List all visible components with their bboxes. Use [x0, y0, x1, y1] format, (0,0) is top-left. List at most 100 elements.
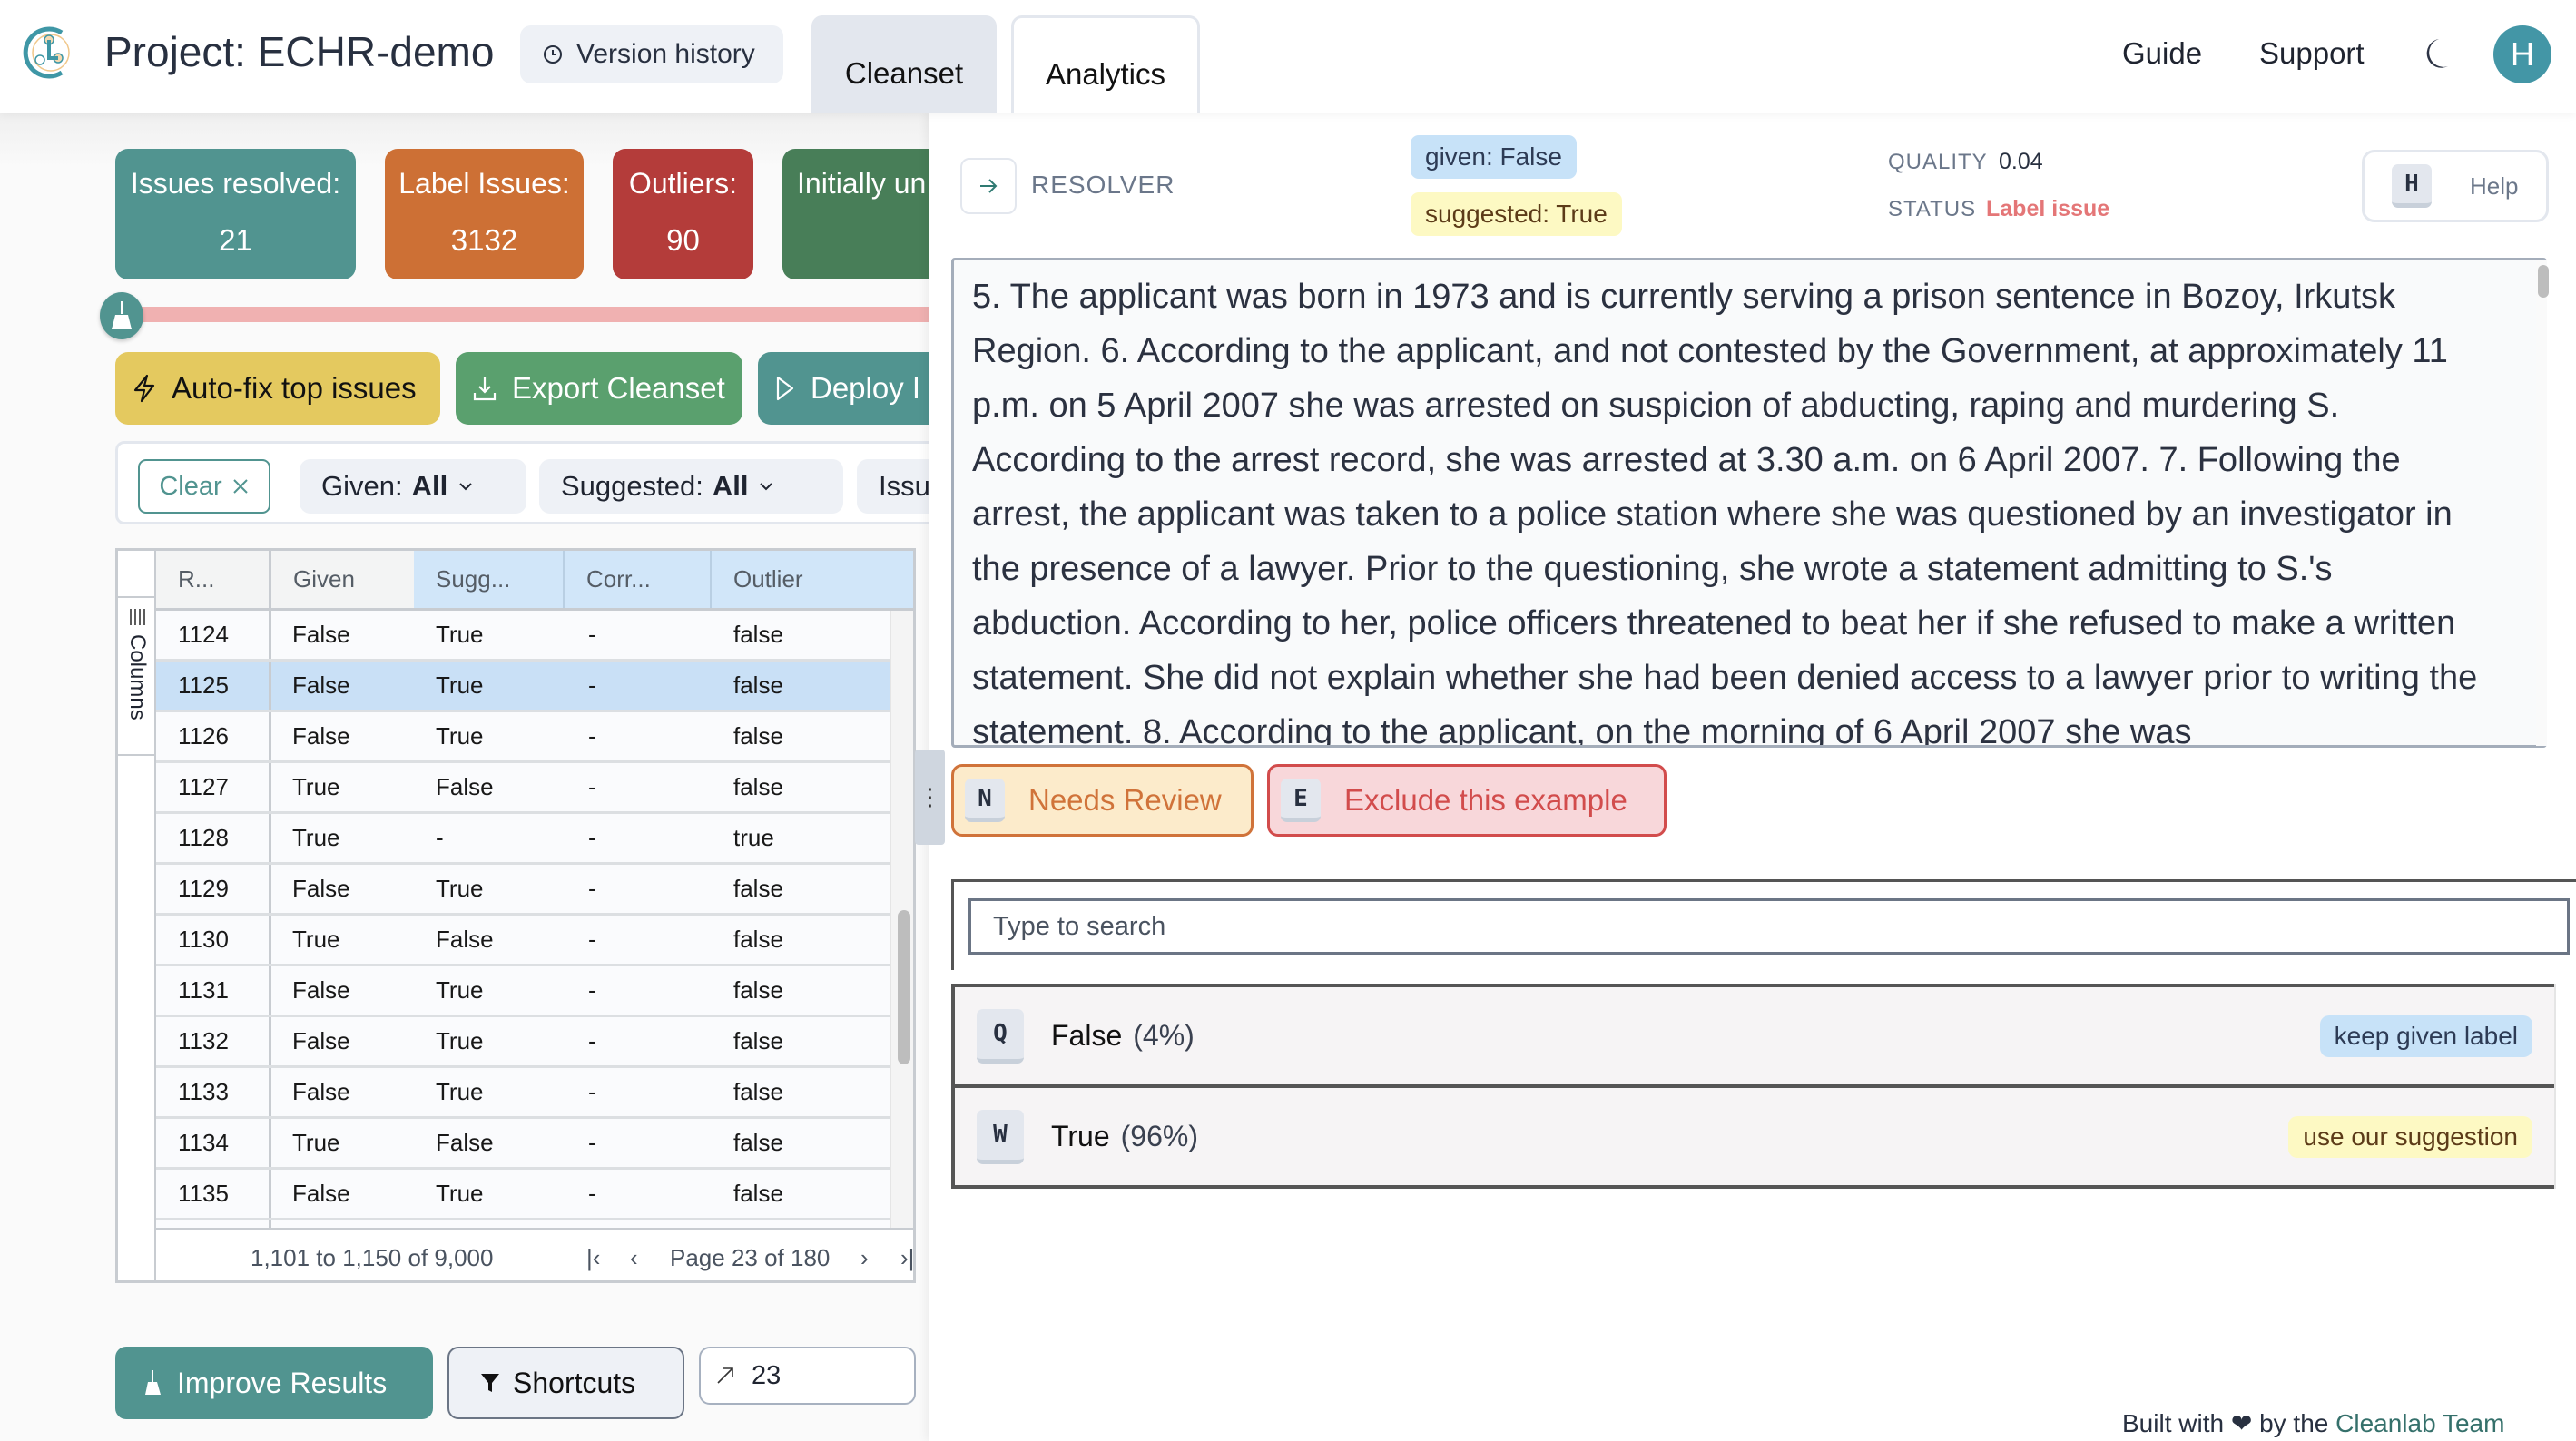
grid-vertical-scrollbar[interactable] [890, 611, 913, 1228]
support-link[interactable]: Support [2259, 36, 2365, 71]
options-scrollbar[interactable] [2554, 984, 2576, 1189]
clear-filters-button[interactable]: Clear [138, 459, 270, 514]
cleanlab-team-link[interactable]: Cleanlab Team [2335, 1409, 2504, 1437]
text-scrollbar[interactable] [2536, 260, 2547, 746]
column-header-given[interactable]: Given [269, 551, 355, 608]
tab-analytics[interactable]: Analytics [1011, 15, 1200, 113]
cell-row-id: 1127 [178, 773, 229, 800]
option-probability: (4%) [1133, 1019, 1195, 1052]
resolver-title: RESOLVER [1031, 171, 1175, 199]
close-icon [232, 479, 248, 494]
needs-review-button[interactable]: N Needs Review [951, 764, 1254, 837]
download-icon [473, 377, 497, 401]
metric-value: 3132 [450, 223, 518, 257]
version-history-button[interactable]: Version history [520, 25, 783, 83]
cell-given: False [292, 1078, 350, 1105]
column-divider [269, 662, 271, 710]
data-grid: Columns R... Given Sugg... Corr... Outli… [115, 548, 916, 1283]
progress-broom-handle[interactable] [100, 292, 143, 339]
table-row[interactable]: 1136FalseTrue-false [156, 1220, 890, 1228]
cell-suggested: False [436, 773, 494, 800]
cell-outlier: false [733, 875, 783, 902]
deploy-label: Deploy I [811, 371, 921, 405]
metric-card-initially-unlabeled[interactable]: Initially un 0 [782, 149, 929, 279]
needs-review-key: N [965, 779, 1005, 822]
cell-given: False [292, 722, 350, 750]
label-search-input[interactable] [968, 898, 2570, 955]
column-header-suggested[interactable]: Sugg... [414, 551, 510, 608]
metric-card-label-issues[interactable]: Label Issues: 3132 [385, 149, 584, 279]
columns-panel-toggle[interactable]: Columns [118, 596, 156, 756]
quality-value: 0.04 [1999, 149, 2043, 174]
footer-credit: Built with ❤ by the Cleanlab Team [2122, 1408, 2504, 1438]
column-header-outlier[interactable]: Outlier [710, 551, 803, 608]
grid-scroll-thumb[interactable] [898, 910, 910, 1064]
guide-link[interactable]: Guide [2122, 36, 2202, 71]
cell-outlier: false [733, 773, 783, 800]
label-option-true[interactable]: W True (96%) use our suggestion [951, 1084, 2558, 1189]
clear-label: Clear [159, 471, 222, 501]
next-page-icon[interactable]: › [860, 1244, 869, 1272]
column-divider [269, 865, 271, 913]
suggested-filter-dropdown[interactable]: Suggested: All [539, 459, 843, 514]
column-divider [269, 712, 271, 760]
table-row[interactable]: 1129 False True - false [156, 865, 890, 916]
arrow-right-icon [980, 179, 998, 193]
grid-body: 1124 False True - false 1125 False True - false 11… [156, 611, 890, 1228]
user-avatar[interactable]: H [2493, 25, 2551, 83]
issue-filter-label: Issue [879, 470, 929, 502]
broom-icon [145, 1370, 161, 1395]
tab-cleanset[interactable]: Cleanset [811, 15, 997, 113]
table-row[interactable]: 1131 False True - false [156, 966, 890, 1017]
broom-icon [112, 301, 132, 329]
jump-to-input[interactable]: 23 [699, 1347, 916, 1405]
table-row[interactable]: 1127 True False - false [156, 763, 890, 814]
given-filter-value: All [411, 470, 448, 502]
help-button[interactable]: H Help [2362, 150, 2549, 222]
cell-outlier: false [733, 722, 783, 750]
column-header-row-id[interactable]: R... [156, 551, 214, 608]
export-cleanset-label: Export Cleanset [512, 371, 725, 405]
table-row[interactable]: 1132 False True - false [156, 1017, 890, 1068]
table-row[interactable]: 1135 False True - false [156, 1170, 890, 1220]
issue-filter-dropdown[interactable]: Issue [857, 459, 929, 514]
shortcuts-button[interactable]: Shortcuts [447, 1347, 684, 1419]
previous-page-icon[interactable]: ‹ [630, 1244, 638, 1272]
given-filter-dropdown[interactable]: Given: All [300, 459, 526, 514]
deploy-model-button[interactable]: Deploy I [758, 352, 929, 425]
grid-pagination: 1,101 to 1,150 of 9,000 |‹ ‹ Page 23 of … [156, 1228, 913, 1280]
last-page-icon[interactable]: ›| [900, 1244, 913, 1272]
table-row[interactable]: 1125 False True - false [156, 662, 890, 712]
table-row[interactable]: 1124 False True - false [156, 611, 890, 662]
table-row[interactable]: 1134 True False - false [156, 1119, 890, 1170]
collapse-resolver-button[interactable] [960, 158, 1017, 214]
suggested-filter-label: Suggested: [561, 470, 703, 502]
auto-fix-button[interactable]: Auto-fix top issues [115, 352, 440, 425]
play-icon [776, 376, 794, 401]
cell-corrected: - [588, 1180, 596, 1207]
cell-corrected: - [588, 976, 596, 1004]
table-row[interactable]: 1133 False True - false [156, 1068, 890, 1119]
table-row[interactable]: 1126 False True - false [156, 712, 890, 763]
metric-label: Outliers: [628, 167, 738, 200]
exclude-example-button[interactable]: E Exclude this example [1267, 764, 1667, 837]
table-row[interactable]: 1128 True - - true [156, 814, 890, 865]
export-cleanset-button[interactable]: Export Cleanset [456, 352, 742, 425]
given-label-pill: given: False [1411, 135, 1577, 179]
version-history-label: Version history [576, 39, 755, 69]
table-row[interactable]: 1130 True False - false [156, 916, 890, 966]
label-option-false[interactable]: Q False (4%) keep given label [951, 984, 2558, 1088]
metric-card-outliers[interactable]: Outliers: 90 [613, 149, 753, 279]
metric-card-issues-resolved[interactable]: Issues resolved: 21 [115, 149, 356, 279]
cell-outlier: false [733, 1027, 783, 1054]
first-page-icon[interactable]: |‹ [586, 1244, 600, 1272]
arrow-up-right-icon [717, 1367, 733, 1384]
pane-resize-handle[interactable]: ⋮ [915, 750, 945, 845]
column-header-corrected[interactable]: Corr... [563, 551, 651, 608]
text-scroll-thumb[interactable] [2538, 265, 2549, 298]
cell-suggested: True [436, 671, 484, 699]
cleanlab-logo-icon[interactable] [22, 25, 76, 80]
dark-mode-moon-icon[interactable] [2419, 36, 2450, 71]
cell-outlier: false [733, 671, 783, 699]
improve-results-button[interactable]: Improve Results [115, 1347, 433, 1419]
